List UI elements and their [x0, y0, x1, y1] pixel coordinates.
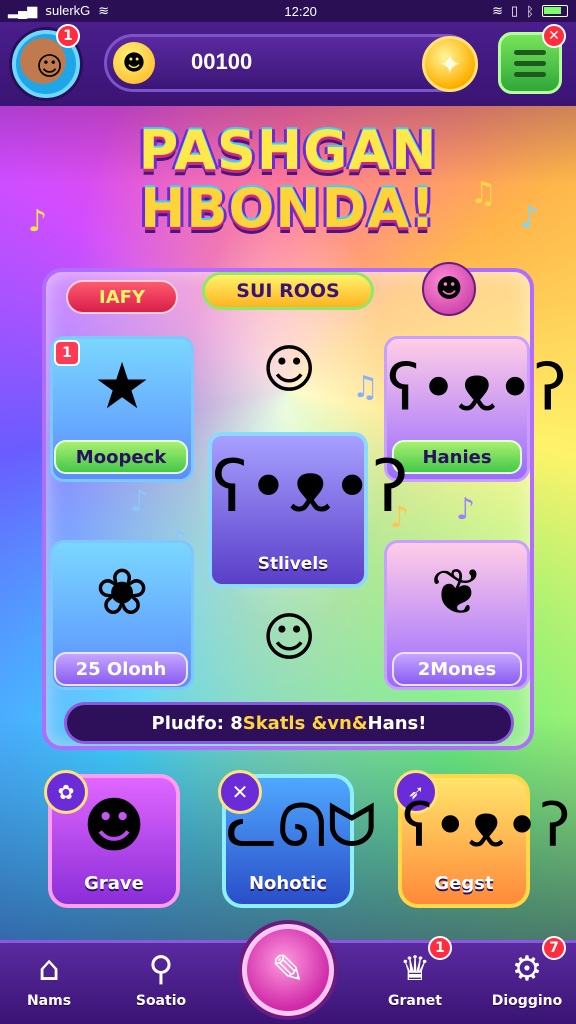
game-title: PASHGAN HBONDA! — [0, 122, 576, 238]
menu-line-2 — [514, 60, 546, 66]
coin-amount: 00100 — [191, 49, 253, 74]
info-bar: Pludfo: 8 Skatls &vn& Hans! — [64, 702, 514, 744]
tile-grave[interactable]: ✿ ☻ Grave — [44, 770, 180, 908]
nav-label: Soatio — [135, 993, 187, 1009]
card-top-right-label: Hanies — [392, 440, 522, 474]
tile-nohotic[interactable]: ✕ ᓚᘏᗢ Nohotic — [218, 770, 377, 908]
panel-header[interactable]: SUI ROOS — [202, 272, 374, 310]
bear-character-icon: ʕ•ᴥ•ʔ — [387, 352, 567, 426]
grin-face-icon[interactable]: ☻ — [422, 262, 476, 316]
nav-granet-badge: 1 — [428, 936, 452, 960]
top-bar: ☺ 1 ☻ 00100 ✦ ✕ — [0, 22, 576, 106]
bluetooth-icon: ᛒ — [526, 3, 534, 19]
nav-label: Nams — [26, 993, 72, 1009]
tile-label: Grave — [84, 873, 144, 894]
battery-icon — [541, 5, 568, 17]
info-prefix: Pludfo: 8 — [151, 712, 243, 734]
smiley-character-icon: ☻ — [82, 791, 146, 861]
pink-bear-icon: ʕ•ᴥ•ʔ — [402, 791, 571, 861]
leaf-character-icon: ❦ — [430, 556, 484, 630]
title-line-1: PASHGAN — [138, 119, 438, 182]
avatar-badge: 1 — [56, 24, 80, 48]
cat-character-icon: ᓚᘏᗢ — [226, 791, 377, 861]
card-bottom-left-label: 25 Olonh — [54, 652, 188, 686]
signal-icon: ▂▄▆ — [8, 3, 38, 18]
play-icon: ✎ — [271, 947, 305, 993]
status-left: ▂▄▆ ꜱulerkG ≋ — [8, 3, 109, 19]
carrier-name: ꜱulerkG — [45, 3, 91, 18]
smiley-coin-icon: ☻ — [113, 42, 155, 84]
star-coin-icon[interactable]: ✦ — [422, 36, 478, 92]
wifi-icon: ≋ — [98, 3, 110, 18]
menu-badge[interactable]: ✕ — [542, 24, 566, 48]
tile-label: Gegst — [434, 873, 494, 894]
card-bottom-right-label: 2Mones — [392, 652, 522, 686]
bear-hero-icon: ʕ•ᴥ•ʔ — [212, 446, 409, 528]
plant-character-icon: ❀ — [95, 556, 149, 630]
info-highlight: Skatls &vn& — [242, 712, 368, 734]
girl-character-icon[interactable]: ☺ — [262, 344, 316, 396]
nav-item-soatio[interactable]: ⚲ Soatio — [116, 949, 206, 1009]
avatar-icon: ☺ — [36, 52, 64, 82]
center-card-label: Stlivels — [257, 554, 329, 574]
play-button[interactable]: ✎ — [242, 924, 334, 1016]
card-top-left-badge: 1 — [54, 340, 80, 366]
card-top-left-label: Moopeck — [54, 440, 188, 474]
nav-label: Dioggino — [491, 993, 563, 1009]
lock-icon: ▯ — [511, 3, 519, 18]
pink-character-icon[interactable]: ☺ — [262, 612, 316, 664]
nav-item-nams[interactable]: ⌂ Nams — [4, 949, 94, 1009]
coin-counter[interactable]: ☻ 00100 — [104, 34, 476, 92]
home-icon: ⌂ — [38, 949, 60, 989]
center-card[interactable]: ʕ•ᴥ•ʔ Stlivels — [208, 432, 409, 588]
tile-gegst[interactable]: ➶ ʕ•ᴥ•ʔ Gegst — [394, 770, 571, 908]
ribbon-label: IAFY — [66, 280, 178, 314]
nav-label: Granet — [388, 993, 442, 1009]
nav-dioggino-badge: 7 — [542, 936, 566, 960]
search-icon: ⚲ — [148, 949, 174, 989]
status-bar: ▂▄▆ ꜱulerkG ≋ 12:20 ≋ ▯ ᛒ — [0, 0, 576, 22]
menu-line-3 — [514, 71, 546, 77]
tile-label: Nohotic — [248, 873, 328, 894]
status-right: ≋ ▯ ᛒ — [492, 3, 568, 19]
title-line-2: HBONDA! — [140, 177, 436, 240]
menu-line-1 — [514, 49, 546, 55]
status-time: 12:20 — [284, 3, 317, 19]
info-suffix: Hans! — [367, 712, 427, 734]
wifi-icon-right: ≋ — [492, 3, 504, 18]
